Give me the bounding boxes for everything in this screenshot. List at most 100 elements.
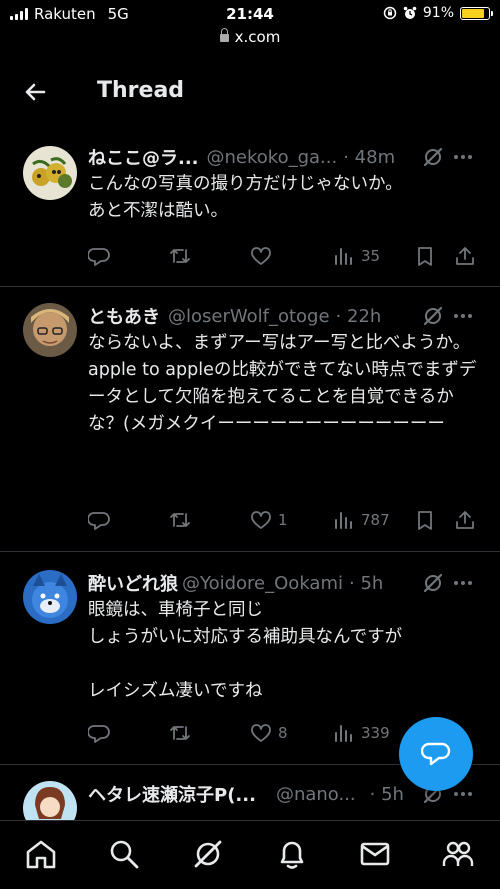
nav-communities[interactable] (441, 837, 475, 871)
author-handle[interactable]: @loserWolf_otoge (168, 306, 330, 327)
share-icon (456, 511, 474, 529)
share-button[interactable] (454, 509, 476, 531)
views-button[interactable]: 339 (333, 722, 390, 744)
tweet-text: ならないよ、まずアー写はアー写と比べようか。 apple to appleの比較… (88, 333, 477, 434)
like-button[interactable]: 1 (250, 509, 288, 531)
bookmark-button[interactable] (414, 245, 436, 267)
views-button[interactable]: 787 (333, 509, 390, 531)
like-button[interactable] (250, 245, 278, 267)
like-button[interactable]: 8 (250, 722, 288, 744)
tweet-time[interactable]: · 5h (370, 784, 404, 805)
author-handle[interactable]: @Yoidore_Ookami (182, 573, 343, 594)
grok-icon (194, 840, 222, 868)
like-icon (251, 724, 271, 742)
bottom-navigation (0, 820, 500, 889)
retweet-button[interactable] (169, 509, 197, 531)
lock-icon (219, 27, 229, 42)
alarm-icon (403, 6, 417, 19)
view-count: 787 (361, 511, 390, 529)
views-button[interactable]: 35 (333, 245, 380, 267)
more-icon (454, 155, 472, 159)
avatar-image (23, 303, 77, 357)
nav-notifications[interactable] (275, 837, 309, 871)
author-handle[interactable]: @nekoko_ga... (207, 147, 338, 168)
back-arrow-icon (25, 83, 46, 101)
view-count: 339 (361, 724, 390, 742)
author-name[interactable]: 酔いどれ狼 (88, 570, 178, 596)
author-name[interactable]: ねここ@ラ... (88, 144, 199, 170)
like-count: 8 (278, 724, 288, 742)
communities-icon (442, 841, 474, 866)
share-icon (456, 247, 474, 265)
search-icon (110, 840, 139, 869)
avatar[interactable] (23, 146, 77, 200)
grok-icon (423, 306, 443, 326)
grok-button[interactable] (422, 146, 444, 168)
more-options-button[interactable] (452, 572, 474, 594)
reply-button[interactable] (88, 509, 116, 531)
notifications-icon (280, 841, 304, 869)
retweet-icon (170, 513, 190, 527)
like-icon (251, 511, 271, 529)
author-name[interactable]: ヘタレ速瀬涼子P(... (88, 781, 256, 807)
grok-button[interactable] (422, 305, 444, 327)
compose-reply-button[interactable] (399, 717, 473, 791)
nav-grok[interactable] (191, 837, 225, 871)
tweet-text: こんなの写真の撮り方だけじゃないか。 あと不潔は酷い。 (88, 174, 403, 221)
tweet-time[interactable]: · 5h (349, 573, 383, 594)
compose-reply-icon (421, 742, 451, 766)
reply-icon (88, 725, 110, 743)
tweet-actions: 1 787 (0, 509, 500, 535)
more-options-button[interactable] (452, 783, 474, 805)
more-icon (454, 314, 472, 318)
reply-icon (88, 512, 110, 530)
reply-button[interactable] (88, 245, 116, 267)
more-options-button[interactable] (452, 146, 474, 168)
avatar[interactable] (23, 570, 77, 624)
status-right: 91% (383, 5, 493, 21)
share-button[interactable] (454, 245, 476, 267)
more-options-button[interactable] (452, 305, 474, 327)
retweet-button[interactable] (169, 722, 197, 744)
reply-icon (88, 248, 110, 266)
more-icon (454, 581, 472, 585)
thread-header: Thread (0, 58, 500, 126)
url-bar[interactable]: x.com (0, 27, 500, 50)
more-icon (454, 792, 472, 796)
nav-search[interactable] (107, 837, 141, 871)
views-icon (335, 725, 352, 742)
tweet-card[interactable]: ともあき @loserWolf_otoge · 22h ならないよ、まずアー写は… (0, 297, 500, 552)
bookmark-icon (418, 247, 432, 266)
views-icon (335, 512, 352, 529)
tweet-time[interactable]: · 48m (343, 147, 395, 168)
tweet-card[interactable]: ねここ@ラ... @nekoko_ga... · 48m こんなの写真の撮り方だ… (0, 138, 500, 287)
author-handle[interactable]: @nano... (276, 784, 356, 805)
grok-icon (423, 147, 443, 167)
tweet-text: 眼鏡は、車椅子と同じ しょうがいに対応する補助具なんですが レイシズム凄いですね (88, 600, 403, 701)
retweet-button[interactable] (169, 245, 197, 267)
retweet-icon (170, 726, 190, 740)
back-button[interactable] (18, 75, 52, 109)
page-title: Thread (97, 78, 185, 103)
home-icon (26, 840, 56, 869)
nav-messages[interactable] (358, 837, 392, 871)
like-icon (251, 247, 271, 265)
grok-icon (423, 573, 443, 593)
grok-button[interactable] (422, 572, 444, 594)
author-name[interactable]: ともあき (88, 303, 160, 329)
views-icon (335, 248, 352, 265)
retweet-icon (170, 249, 190, 263)
tweet-actions: 35 (0, 245, 500, 271)
messages-icon (360, 842, 390, 866)
battery-percent: 91% (422, 5, 454, 21)
rotation-lock-icon (383, 6, 397, 20)
like-count: 1 (278, 511, 288, 529)
bookmark-icon (418, 511, 432, 530)
avatar-image (23, 570, 77, 624)
tweet-time[interactable]: · 22h (336, 306, 382, 327)
reply-button[interactable] (88, 722, 116, 744)
avatar-image (23, 146, 77, 200)
bookmark-button[interactable] (414, 509, 436, 531)
nav-home[interactable] (24, 837, 58, 871)
avatar[interactable] (23, 303, 77, 357)
